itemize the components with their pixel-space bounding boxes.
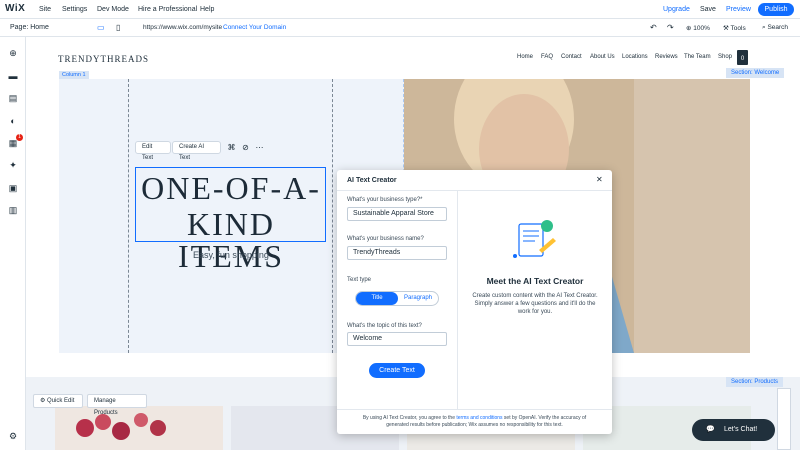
help-icon[interactable]: ⚙	[8, 432, 18, 441]
section-products-tag: Section: Products	[726, 377, 784, 387]
business-name-label: What's your business name?	[347, 236, 424, 242]
footer-divider	[337, 409, 612, 410]
column-tag: Column 1	[59, 71, 89, 79]
nav-about-us[interactable]: About Us	[590, 54, 615, 60]
nav-home[interactable]: Home	[517, 54, 533, 60]
dialog-divider	[337, 190, 612, 191]
nav-the-team[interactable]: The Team	[684, 54, 711, 60]
text-type-toggle[interactable]: Title Paragraph	[355, 291, 439, 306]
media-icon[interactable]: ▣	[8, 184, 18, 193]
heading-line-2[interactable]: KIND ITEMS	[136, 208, 326, 272]
nav-reviews[interactable]: Reviews	[655, 54, 678, 60]
text-type-title-option[interactable]: Title	[356, 292, 398, 305]
tools-label: Tools	[730, 25, 746, 32]
text-type-label: Text type	[347, 277, 372, 283]
redo-icon[interactable]: ↷	[667, 23, 674, 32]
product-tile-1[interactable]	[55, 406, 223, 450]
manage-products-button[interactable]: Manage Products	[87, 394, 147, 416]
tools-icon: ⚒	[723, 25, 731, 32]
publish-button[interactable]: Publish	[758, 3, 794, 16]
heading-line-1[interactable]: ONE-OF-A-	[136, 172, 326, 204]
chat-label: Let's Chat!	[724, 426, 758, 433]
create-ai-text-button[interactable]: Create AI Text	[172, 141, 221, 161]
more-icon[interactable]: ⋯	[253, 141, 266, 154]
design-icon[interactable]: ◐	[8, 117, 18, 126]
ai-text-illustration-icon	[513, 220, 556, 258]
zoom-label: 100%	[693, 25, 710, 32]
grid-guide-right	[332, 79, 333, 353]
meet-description: Create custom content with the AI Text C…	[472, 293, 598, 315]
business-type-label: What's your business type?*	[347, 197, 423, 203]
subheading[interactable]: Easy, fun shopping	[136, 250, 326, 260]
search-label: Search	[767, 24, 789, 31]
animation-icon[interactable]: ⌘	[225, 141, 238, 154]
topic-label: What's the topic of this text?	[347, 323, 422, 329]
page-selector[interactable]: Page: Home	[10, 24, 49, 31]
close-icon[interactable]: ✕	[596, 175, 603, 184]
business-name-input[interactable]: TrendyThreads	[347, 246, 447, 260]
dialog-column-divider	[457, 191, 458, 409]
page-scrollbar[interactable]	[777, 388, 791, 450]
layers-icon[interactable]: ▥	[8, 206, 18, 215]
wix-logo[interactable]: WiX	[5, 3, 25, 14]
site-brand[interactable]: TRENDYTHREADS	[58, 54, 149, 64]
zoom-level[interactable]: ⊕ 100%	[686, 24, 710, 32]
menu-hire-professional[interactable]: Hire a Professional	[138, 6, 197, 13]
menu-dev-mode[interactable]: Dev Mode	[97, 6, 129, 13]
undo-icon[interactable]: ↶	[650, 23, 657, 32]
grid-guide-left	[128, 79, 129, 353]
menu-settings[interactable]: Settings	[62, 6, 87, 13]
left-tool-rail: ⊕ ▬ ▤ ◐ ▦ ✦ ▣ ▥ ⚙	[0, 37, 26, 450]
quick-edit-icon: ⚙	[40, 398, 48, 404]
nav-faq[interactable]: FAQ	[541, 54, 553, 60]
editor-toolbar: Page: Home ▭ ▯ https://www.wix.com/mysit…	[0, 19, 800, 37]
nav-contact[interactable]: Contact	[561, 54, 582, 60]
business-type-input[interactable]: Sustainable Apparal Store	[347, 207, 447, 221]
pages-icon[interactable]: ▤	[8, 94, 18, 103]
terms-link[interactable]: terms and conditions	[456, 415, 502, 421]
dialog-title: AI Text Creator	[347, 177, 397, 184]
mobile-icon[interactable]: ▯	[116, 23, 120, 32]
lets-chat-button[interactable]: 💬 Let's Chat!	[692, 419, 775, 441]
menu-help[interactable]: Help	[200, 6, 214, 13]
save-button[interactable]: Save	[700, 6, 716, 13]
create-text-button[interactable]: Create Text	[369, 363, 425, 378]
topic-input[interactable]: Welcome	[347, 332, 447, 346]
terms-pre: By using AI Text Creator, you agree to t…	[362, 415, 455, 421]
menu-site[interactable]: Site	[39, 6, 51, 13]
meet-title: Meet the AI Text Creator	[486, 276, 584, 286]
ai-text-creator-dialog: AI Text Creator ✕ What's your business t…	[337, 170, 612, 434]
section-welcome-tag: Section: Welcome	[726, 68, 785, 78]
add-elements-icon[interactable]: ⊕	[8, 49, 18, 58]
quick-edit-label: Quick Edit	[47, 398, 75, 404]
preview-button[interactable]: Preview	[726, 6, 751, 13]
desktop-icon[interactable]: ▭	[97, 23, 105, 32]
link-icon[interactable]: ⊘	[239, 141, 252, 154]
edit-text-button[interactable]: Edit Text	[135, 141, 171, 161]
chat-icon: 💬	[706, 426, 715, 433]
add-section-icon[interactable]: ▬	[8, 72, 18, 81]
top-bar: WiX Site Settings Dev Mode Hire a Profes…	[0, 0, 800, 19]
connect-domain-link[interactable]: Connect Your Domain	[223, 24, 286, 31]
quick-edit-button[interactable]: ⚙ Quick Edit	[33, 394, 83, 408]
cart-icon[interactable]: 0	[737, 50, 748, 65]
nav-locations[interactable]: Locations	[622, 54, 648, 60]
terms-disclaimer: By using AI Text Creator, you agree to t…	[351, 415, 598, 429]
search-button[interactable]: ⌕ Search	[762, 24, 788, 32]
upgrade-button[interactable]: Upgrade	[663, 6, 690, 13]
text-type-paragraph-option[interactable]: Paragraph	[398, 292, 438, 305]
tools-button[interactable]: ⚒ Tools	[723, 24, 746, 32]
notification-badge: 1	[16, 134, 23, 141]
business-icon[interactable]: ✦	[8, 161, 18, 170]
nav-shop[interactable]: Shop	[718, 54, 732, 60]
site-url: https://www.wix.com/mysite	[143, 24, 223, 31]
